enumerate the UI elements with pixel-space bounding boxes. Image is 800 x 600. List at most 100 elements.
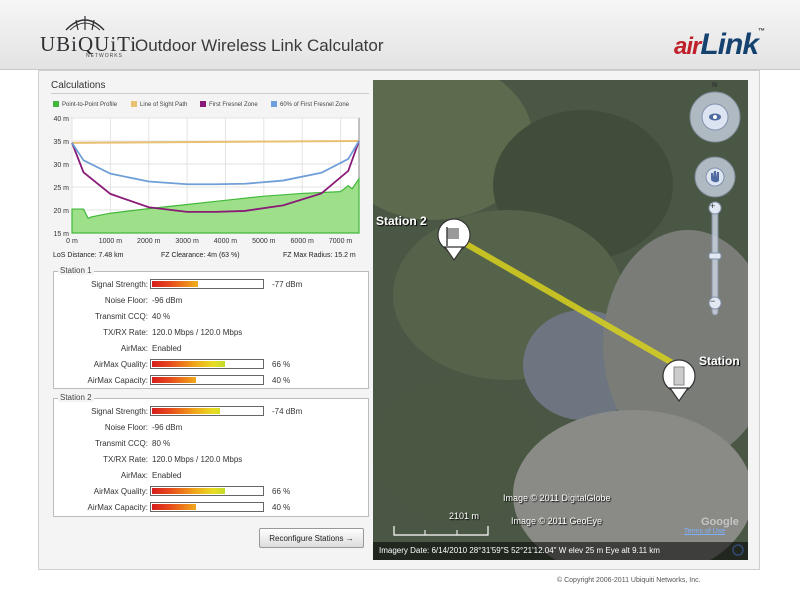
footer-copyright: © Copyright 2006-2011 Ubiquiti Networks,…: [557, 577, 701, 584]
x-tick-label: 3000 m: [175, 238, 199, 245]
stat-label: AirMax Quality:: [93, 360, 148, 369]
station-stat-row: Noise Floor: -96 dBm: [54, 421, 370, 435]
signal-meter-bar: [150, 279, 264, 289]
stat-value: Enabled: [152, 344, 182, 353]
airlink-logo: airLink™: [674, 28, 765, 62]
stat-value: 40 %: [152, 312, 171, 321]
stat-value: -96 dBm: [152, 423, 183, 432]
calculations-title: Calculations: [51, 80, 106, 91]
fz-clearance: FZ Clearance: 4m (63 %): [161, 252, 240, 259]
signal-meter-fill: [152, 488, 225, 494]
station-stat-row: AirMax: Enabled: [54, 342, 370, 356]
stat-label: AirMax:: [120, 344, 148, 353]
map-status-bar: Imagery Date: 6/14/2010 28°31'59"S 52°21…: [373, 542, 748, 560]
zoom-in-icon[interactable]: +: [710, 201, 715, 211]
station-2-marker[interactable]: [437, 218, 471, 262]
x-tick-label: 4000 m: [214, 238, 238, 245]
legend-item-fresnel-60: 60% of First Fresnel Zone: [271, 101, 349, 108]
signal-meter-bar: [150, 359, 264, 369]
station-stat-row: Transmit CCQ: 80 %: [54, 437, 370, 451]
stat-value: 120.0 Mbps / 120.0 Mbps: [152, 328, 243, 337]
station-stat-row: Noise Floor: -96 dBm: [54, 294, 370, 308]
legend-swatch: [131, 101, 137, 107]
signal-meter-bar: [150, 486, 264, 496]
stat-value: 66 %: [272, 487, 291, 496]
stat-value: 80 %: [152, 439, 171, 448]
navigation-control[interactable]: [689, 91, 741, 143]
stat-value: -77 dBm: [272, 280, 303, 289]
stat-value: -96 dBm: [152, 296, 183, 305]
station-1-map-label: Station: [699, 354, 740, 368]
satellite-map[interactable]: N + − Station 2 Station Image © 2011 Dig…: [373, 80, 748, 560]
fz-max-radius: FZ Max Radius: 15.2 m: [283, 252, 356, 259]
stat-label: Transmit CCQ:: [94, 312, 148, 321]
stat-label: Noise Floor:: [104, 423, 148, 432]
page-title: Outdoor Wireless Link Calculator: [135, 36, 384, 55]
stat-value: 66 %: [272, 360, 291, 369]
legend-item-profile: Point-to-Point Profile: [53, 101, 117, 108]
signal-meter-fill: [152, 281, 199, 287]
ubiquiti-networks-subtext: NETWORKS: [86, 53, 123, 59]
zoom-out-icon[interactable]: −: [710, 296, 715, 306]
stat-value: Enabled: [152, 471, 182, 480]
calculations-divider: [51, 93, 369, 94]
stat-label: AirMax Capacity:: [87, 376, 148, 385]
station-1-marker[interactable]: [662, 359, 696, 403]
signal-meter-fill: [152, 408, 221, 414]
pan-control[interactable]: [694, 156, 736, 198]
reconfigure-stations-button[interactable]: Reconfigure Stations →: [259, 528, 364, 548]
legend-swatch: [271, 101, 277, 107]
stat-label: AirMax Capacity:: [87, 503, 148, 512]
app-header: UBiQUiTi NETWORKS Outdoor Wireless Link …: [0, 0, 800, 70]
stat-label: Transmit CCQ:: [94, 439, 148, 448]
station-1-panel: Station 1 Signal Strength: -77 dBm Noise F…: [53, 266, 370, 389]
x-tick-label: 0 m: [66, 238, 78, 245]
station-stat-row: Signal Strength: -77 dBm: [54, 278, 370, 292]
compass-north-label: N: [712, 82, 718, 89]
stat-label: Noise Floor:: [104, 296, 148, 305]
terms-of-use-link[interactable]: Terms of Use: [684, 528, 725, 535]
legend-swatch: [200, 101, 206, 107]
station-stat-row: AirMax Quality: 66 %: [54, 485, 370, 499]
imagery-credit-geoeye: Image © 2011 GeoEye: [511, 516, 603, 526]
y-tick-label: 20 m: [53, 208, 69, 215]
signal-meter-fill: [152, 377, 196, 383]
stat-label: AirMax:: [120, 471, 148, 480]
station-2-title: Station 2: [58, 393, 94, 402]
y-tick-label: 25 m: [53, 185, 69, 192]
airlink-logo-tm: ™: [758, 28, 765, 35]
legend-label: First Fresnel Zone: [209, 102, 258, 108]
y-tick-label: 40 m: [53, 116, 69, 123]
airlink-logo-prefix: air: [674, 33, 701, 60]
legend-item-fresnel: First Fresnel Zone: [200, 101, 258, 108]
station-stat-row: TX/RX Rate: 120.0 Mbps / 120.0 Mbps: [54, 453, 370, 467]
signal-meter-bar: [150, 406, 264, 416]
x-tick-label: 2000 m: [137, 238, 161, 245]
station-stat-row: AirMax Quality: 66 %: [54, 358, 370, 372]
link-path-line: [452, 234, 678, 368]
x-tick-label: 7000 m: [329, 238, 353, 245]
stat-label: TX/RX Rate:: [103, 328, 148, 337]
legend-label: Line of Sight Path: [140, 102, 188, 108]
station-2-map-label: Station 2: [376, 214, 427, 228]
signal-meter-bar: [150, 502, 264, 512]
legend-label: 60% of First Fresnel Zone: [280, 102, 350, 108]
stat-label: AirMax Quality:: [93, 487, 148, 496]
legend-item-los: Line of Sight Path: [131, 101, 187, 108]
station-stat-row: AirMax Capacity: 40 %: [54, 374, 370, 388]
stat-label: Signal Strength:: [91, 280, 148, 289]
station-1-title: Station 1: [58, 266, 94, 275]
stat-value: 120.0 Mbps / 120.0 Mbps: [152, 455, 243, 464]
legend-label: Point-to-Point Profile: [62, 102, 118, 108]
station-stat-row: AirMax: Enabled: [54, 469, 370, 483]
map-scale-bar: [393, 526, 489, 536]
map-overlay: [393, 91, 744, 556]
stat-value: 40 %: [272, 376, 291, 385]
stat-label: TX/RX Rate:: [103, 455, 148, 464]
google-logo: Google: [701, 516, 739, 528]
y-tick-label: 30 m: [53, 162, 69, 169]
station-stat-row: Signal Strength: -74 dBm: [54, 405, 370, 419]
imagery-credit-digitalglobe: Image © 2011 DigitalGlobe: [503, 493, 611, 503]
x-tick-label: 6000 m: [291, 238, 315, 245]
x-tick-label: 5000 m: [252, 238, 276, 245]
